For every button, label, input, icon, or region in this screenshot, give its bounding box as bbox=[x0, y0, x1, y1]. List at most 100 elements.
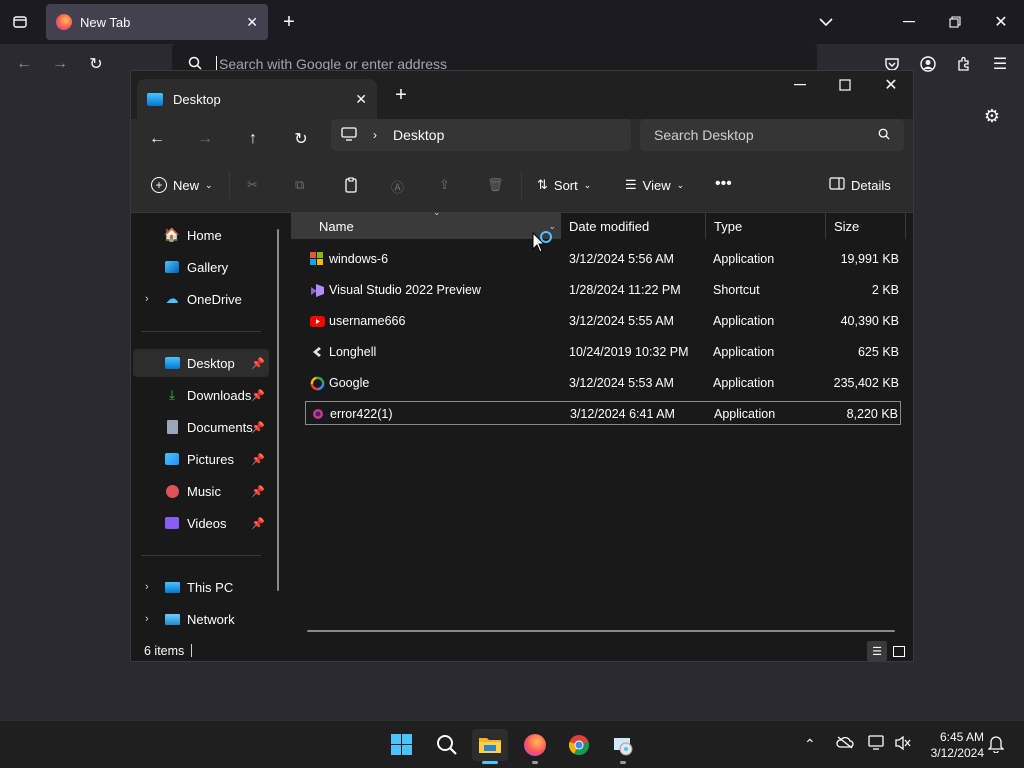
column-header-size[interactable]: Size bbox=[826, 213, 906, 239]
share-icon[interactable]: ⇪ bbox=[439, 177, 450, 193]
close-tab-icon[interactable]: ✕ bbox=[355, 91, 367, 108]
nav-item-gallery[interactable]: Gallery bbox=[133, 253, 269, 281]
column-header-name[interactable]: Name ⌄ ⌄ bbox=[291, 207, 561, 239]
nav-item-network[interactable]: › Network bbox=[133, 605, 269, 633]
firefox-icon bbox=[524, 734, 546, 756]
search-box[interactable]: Search Desktop bbox=[640, 119, 904, 151]
paste-icon[interactable] bbox=[343, 177, 359, 193]
nav-item-pictures[interactable]: Pictures 📌 bbox=[133, 445, 269, 473]
new-explorer-tab-icon[interactable]: + bbox=[387, 81, 415, 109]
notification-bell-icon[interactable] bbox=[987, 735, 1005, 758]
explorer-maximize-icon[interactable] bbox=[831, 71, 859, 99]
desktop-icon bbox=[163, 355, 181, 371]
show-hidden-icons-chevron-icon[interactable]: ⌃ bbox=[804, 736, 816, 753]
back-icon[interactable]: ← bbox=[10, 50, 38, 78]
volume-muted-icon[interactable] bbox=[894, 735, 912, 756]
close-icon[interactable]: ✕ bbox=[987, 8, 1015, 36]
details-button[interactable]: Details bbox=[829, 177, 891, 193]
explorer-tab-desktop[interactable]: Desktop ✕ bbox=[137, 79, 377, 119]
nav-item-downloads[interactable]: ⤓ Downloads 📌 bbox=[133, 381, 269, 409]
extensions-icon[interactable] bbox=[950, 50, 978, 78]
delete-icon[interactable]: 🗑 bbox=[487, 177, 504, 193]
sort-button[interactable]: ⇅ Sort ⌄ bbox=[537, 177, 591, 193]
expand-chevron-icon[interactable]: › bbox=[145, 293, 149, 305]
table-row-focused[interactable]: error422(1) 3/12/2024 6:41 AM Applicatio… bbox=[305, 401, 901, 425]
file-name: Google bbox=[329, 376, 370, 390]
taskbar-file-explorer[interactable] bbox=[472, 729, 508, 764]
table-row[interactable]: Google 3/12/2024 5:53 AM Application 235… bbox=[305, 371, 901, 395]
column-header-type[interactable]: Type bbox=[706, 213, 826, 239]
more-options-icon[interactable]: ••• bbox=[715, 175, 732, 193]
new-button[interactable]: + New ⌄ bbox=[151, 177, 213, 193]
explorer-up-icon[interactable]: ↑ bbox=[239, 125, 267, 153]
breadcrumb[interactable]: Desktop bbox=[393, 127, 444, 143]
view-button[interactable]: ☰ View ⌄ bbox=[625, 177, 684, 193]
browser-tab-new-tab[interactable]: New Tab ✕ bbox=[46, 4, 268, 40]
firefox-logo-icon bbox=[56, 14, 72, 30]
nav-item-onedrive[interactable]: › ☁ OneDrive bbox=[133, 285, 269, 313]
file-date: 3/12/2024 5:53 AM bbox=[569, 376, 674, 390]
file-date: 3/12/2024 5:56 AM bbox=[569, 252, 674, 266]
copy-icon[interactable]: ⧉ bbox=[295, 177, 304, 193]
search-button[interactable] bbox=[429, 729, 465, 761]
active-indicator bbox=[482, 761, 498, 764]
table-row[interactable]: windows-6 3/12/2024 5:56 AM Application … bbox=[305, 247, 901, 271]
start-button[interactable] bbox=[384, 729, 420, 761]
table-row[interactable]: Longhell 10/24/2019 10:32 PM Application… bbox=[305, 340, 901, 364]
horizontal-scrollbar[interactable] bbox=[307, 630, 895, 632]
explorer-close-icon[interactable]: ✕ bbox=[877, 71, 905, 99]
new-button-label: New bbox=[173, 177, 200, 193]
menu-icon[interactable]: ☰ bbox=[986, 50, 1014, 78]
nav-item-music[interactable]: Music 📌 bbox=[133, 477, 269, 505]
view-button-label: View bbox=[642, 177, 671, 193]
nav-item-this-pc[interactable]: › This PC bbox=[133, 573, 269, 601]
tab-list-icon[interactable] bbox=[6, 8, 34, 36]
onedrive-status-icon[interactable] bbox=[836, 735, 854, 754]
pin-icon: 📌 bbox=[251, 389, 265, 402]
column-header-date[interactable]: Date modified bbox=[561, 213, 706, 239]
address-bar[interactable]: › Desktop bbox=[331, 119, 631, 151]
minimize-icon[interactable] bbox=[895, 8, 923, 36]
taskbar-search-icon bbox=[437, 735, 457, 755]
file-date: 10/24/2019 10:32 PM bbox=[569, 345, 689, 359]
nav-item-label: Documents bbox=[187, 419, 253, 435]
nav-item-home[interactable]: 🏠 Home bbox=[133, 221, 269, 249]
clock[interactable]: 6:45 AM 3/12/2024 bbox=[922, 729, 984, 761]
explorer-refresh-icon[interactable]: ↻ bbox=[287, 125, 315, 153]
nav-item-desktop[interactable]: Desktop 📌 bbox=[133, 349, 269, 377]
documents-icon bbox=[163, 419, 181, 435]
taskbar-app-installer[interactable] bbox=[605, 729, 641, 764]
forward-icon[interactable]: → bbox=[46, 50, 74, 78]
expand-chevron-icon[interactable]: › bbox=[145, 613, 149, 625]
rename-icon[interactable]: Ⓐ bbox=[391, 177, 404, 196]
column-dropdown-icon[interactable]: ⌄ bbox=[548, 221, 556, 232]
explorer-back-icon[interactable]: ← bbox=[143, 125, 171, 153]
expand-chevron-icon[interactable]: › bbox=[145, 581, 149, 593]
reload-icon[interactable]: ↻ bbox=[82, 50, 110, 78]
search-input[interactable]: Search Desktop bbox=[654, 127, 754, 143]
new-tab-icon[interactable]: + bbox=[275, 8, 303, 36]
table-row[interactable]: Visual Studio 2022 Preview 1/28/2024 11:… bbox=[305, 278, 901, 302]
cut-icon[interactable]: ✂ bbox=[247, 177, 258, 193]
windows-logo-icon bbox=[309, 251, 325, 267]
nav-item-documents[interactable]: Documents 📌 bbox=[133, 413, 269, 441]
taskbar-chrome[interactable] bbox=[561, 729, 597, 761]
settings-gear-icon[interactable]: ⚙ bbox=[978, 102, 1006, 130]
tiles-view-toggle[interactable] bbox=[889, 641, 909, 661]
nav-item-label: Gallery bbox=[187, 259, 229, 275]
nav-scrollbar[interactable] bbox=[277, 229, 279, 591]
network-status-icon[interactable] bbox=[868, 735, 886, 756]
table-row[interactable]: username666 3/12/2024 5:55 AM Applicatio… bbox=[305, 309, 901, 333]
account-icon[interactable] bbox=[914, 50, 942, 78]
list-all-tabs-icon[interactable] bbox=[812, 8, 840, 36]
pin-icon: 📌 bbox=[251, 485, 265, 498]
column-header-label: Type bbox=[714, 218, 743, 234]
close-tab-icon[interactable]: ✕ bbox=[246, 14, 258, 31]
explorer-forward-icon[interactable]: → bbox=[191, 125, 219, 153]
restore-icon[interactable] bbox=[941, 8, 969, 36]
taskbar-firefox[interactable] bbox=[517, 729, 553, 764]
nav-item-videos[interactable]: Videos 📌 bbox=[133, 509, 269, 537]
plus-circle-icon: + bbox=[151, 177, 167, 193]
details-view-toggle[interactable]: ☰ bbox=[867, 641, 887, 661]
explorer-minimize-icon[interactable] bbox=[786, 71, 814, 99]
